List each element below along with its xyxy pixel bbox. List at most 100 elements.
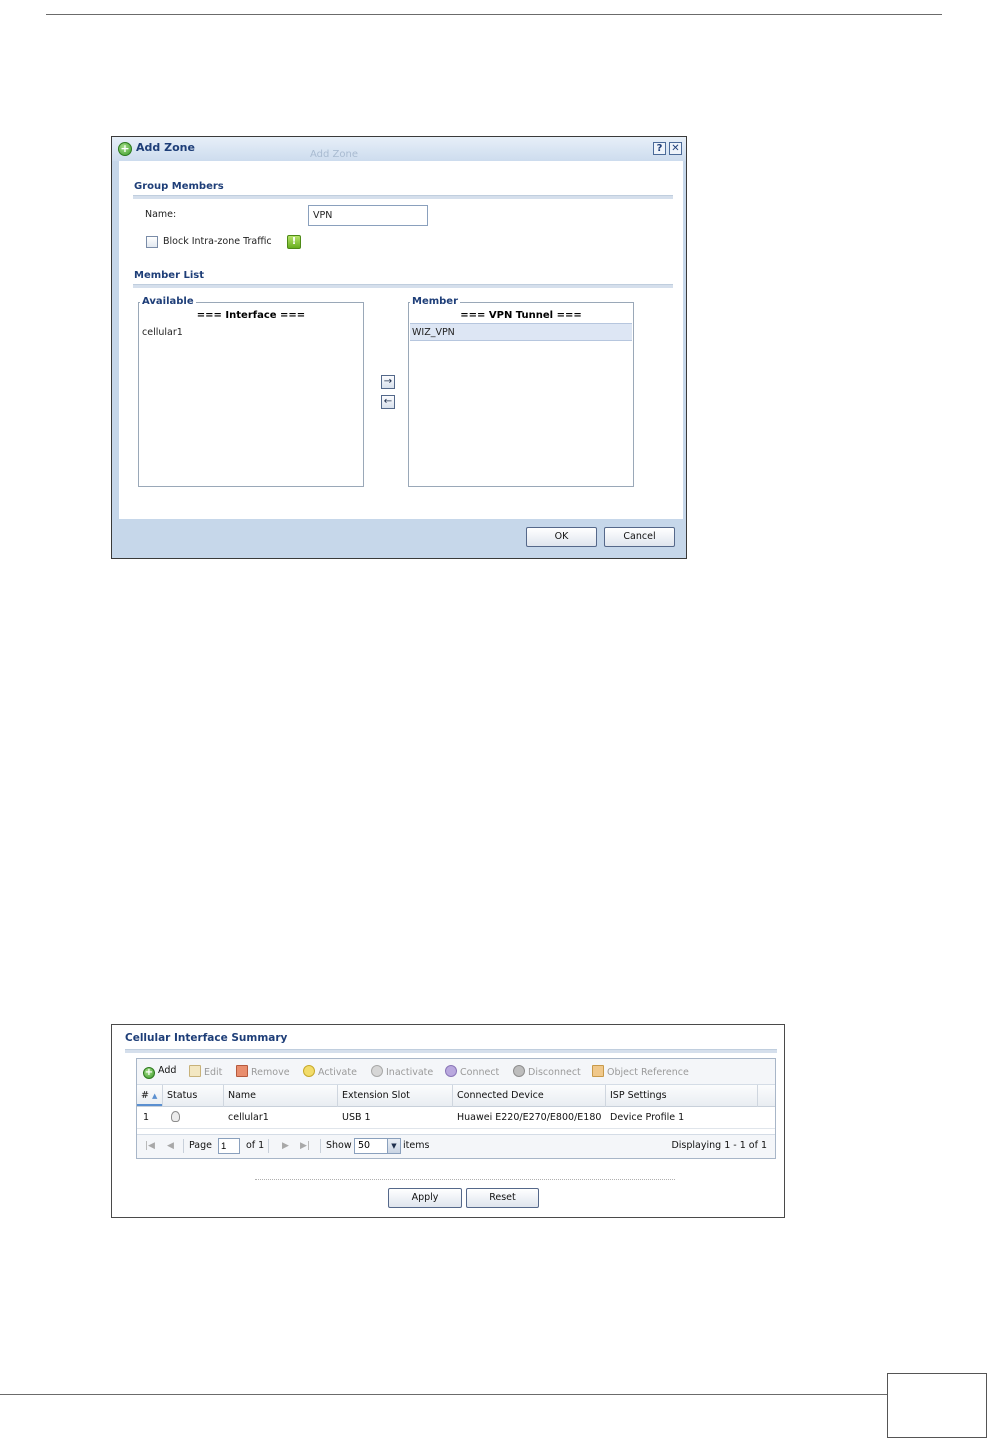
dialog-titlebar: + Add Zone Add Zone ? ✕ [112,137,686,161]
items-label: items [403,1140,430,1151]
status-cell [167,1107,180,1129]
prev-page-icon[interactable]: ◀ [167,1141,174,1151]
column-header-extension-slot[interactable]: Extension Slot [338,1085,453,1107]
add-label: Add [158,1065,177,1076]
name-input[interactable] [308,205,428,226]
remove-label: Remove [251,1067,290,1078]
add-zone-dialog: + Add Zone Add Zone ? ✕ Group Members Na… [111,136,687,559]
name-label: Name: [145,209,177,220]
chevron-down-icon: ▼ [387,1139,400,1153]
cancel-button[interactable]: Cancel [604,527,675,547]
next-page-icon[interactable]: ▶ [282,1141,289,1151]
move-right-icon[interactable]: → [381,375,395,389]
block-intra-zone-label: Block Intra-zone Traffic [163,236,272,247]
sort-indicator [137,1104,162,1106]
remove-icon [236,1065,248,1077]
section-divider [133,195,673,199]
column-header-connected-device[interactable]: Connected Device [453,1085,606,1107]
list-item[interactable]: cellular1 [140,324,362,342]
connect-button[interactable]: Connect [445,1065,499,1078]
group-members-header: Group Members [134,181,224,192]
close-button[interactable]: ✕ [669,142,682,155]
dialog-footer: OK Cancel [119,519,683,558]
ok-button[interactable]: OK [526,527,597,547]
last-page-icon[interactable]: ▶| [300,1141,310,1151]
connected-device-cell: Huawei E220/E270/E800/E180 [457,1112,602,1123]
inactivate-label: Inactivate [386,1067,434,1078]
object-reference-icon [592,1065,604,1077]
show-label: Show [326,1140,352,1151]
member-legend: Member [410,296,461,307]
column-header-spacer [758,1085,776,1107]
activate-label: Activate [318,1067,357,1078]
object-reference-label: Object Reference [607,1067,689,1078]
page-label: Page [189,1140,212,1151]
connect-icon [445,1065,457,1077]
page-count: of 1 [246,1140,265,1151]
disconnect-label: Disconnect [528,1067,581,1078]
dialog-body: Group Members Name: Block Intra-zone Tra… [119,161,683,519]
isp-settings-cell: Device Profile 1 [610,1112,685,1123]
displaying-text: Displaying 1 - 1 of 1 [671,1140,767,1151]
page-number-box [887,1373,987,1438]
remove-button[interactable]: Remove [236,1065,290,1078]
section-divider [133,284,673,288]
separator [320,1139,321,1153]
page-input[interactable] [218,1138,240,1154]
page-size-select[interactable]: 50 ▼ [354,1138,401,1154]
disconnect-icon [513,1065,525,1077]
edit-label: Edit [204,1067,223,1078]
column-header-isp-settings[interactable]: ISP Settings [606,1085,758,1107]
add-button[interactable]: + Add [143,1065,176,1079]
dotted-divider [255,1179,675,1180]
toolbar: + Add Edit Remove Activate Inactivate Con… [137,1059,775,1085]
add-icon: + [118,142,132,156]
extension-slot-cell: USB 1 [342,1112,371,1123]
table-row[interactable]: 1 cellular1 USB 1 Huawei E220/E270/E800/… [137,1107,775,1129]
separator [268,1139,269,1153]
move-left-icon[interactable]: ← [381,395,395,409]
pagination-bar: |◀ ◀ Page of 1 ▶ ▶| Show 50 ▼ items Displ… [137,1134,775,1158]
available-legend: Available [140,296,196,307]
lightbulb-icon [171,1111,180,1122]
separator [183,1139,184,1153]
column-header-status[interactable]: Status [163,1085,224,1107]
first-page-icon[interactable]: |◀ [145,1141,155,1151]
help-button[interactable]: ? [653,142,666,155]
panel-title: Cellular Interface Summary [125,1032,288,1044]
disconnect-button[interactable]: Disconnect [513,1065,581,1078]
inactivate-button[interactable]: Inactivate [371,1065,433,1078]
member-list[interactable]: Member === VPN Tunnel === WIZ_VPN [408,296,634,487]
member-list-header: Member List [134,270,205,281]
info-icon: ! [287,235,301,249]
dialog-title: Add Zone [136,141,195,154]
footer-rule [0,1394,887,1395]
section-divider [125,1049,777,1053]
inactivate-icon [371,1065,383,1077]
list-item[interactable]: WIZ_VPN [410,323,632,341]
available-list[interactable]: Available === Interface === cellular1 [138,296,364,487]
apply-button[interactable]: Apply [388,1188,462,1208]
cellular-table: + Add Edit Remove Activate Inactivate Con… [136,1058,776,1159]
block-intra-zone-checkbox[interactable] [146,236,158,248]
table-header: # ▲ Status Name Extension Slot Connected… [137,1085,775,1107]
cellular-summary-panel: Cellular Interface Summary + Add Edit Rem… [111,1024,785,1218]
header-rule [46,14,942,15]
add-icon: + [143,1067,155,1079]
edit-icon [189,1065,201,1077]
object-reference-button[interactable]: Object Reference [592,1065,689,1078]
column-header-name[interactable]: Name [224,1085,338,1107]
connect-label: Connect [460,1067,500,1078]
column-label: # [141,1090,149,1101]
vpn-tunnel-group-heading: === VPN Tunnel === [460,310,582,321]
row-number: 1 [143,1112,150,1123]
edit-button[interactable]: Edit [189,1065,222,1078]
ghost-title: Add Zone [310,149,358,160]
page-size-value: 50 [358,1140,371,1151]
reset-button[interactable]: Reset [466,1188,539,1208]
sort-asc-icon: ▲ [152,1092,158,1100]
name-cell: cellular1 [228,1112,269,1123]
interface-group-heading: === Interface === [196,310,306,321]
activate-icon [303,1065,315,1077]
activate-button[interactable]: Activate [303,1065,357,1078]
